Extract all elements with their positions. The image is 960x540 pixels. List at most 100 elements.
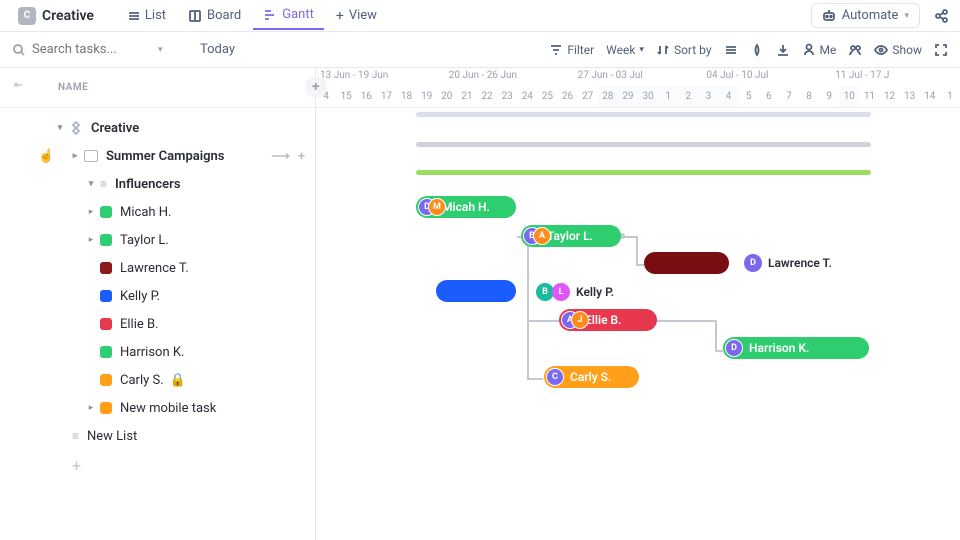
day-header: 6 (759, 86, 779, 107)
tree-new-list-row[interactable]: ≡ New List (0, 422, 315, 450)
day-header: 16 (356, 86, 376, 107)
week-header: 27 Jun - 03 Jul (574, 68, 703, 86)
search-input-wrap[interactable]: ▾ (12, 42, 182, 57)
filter-button[interactable]: Filter (549, 43, 594, 57)
gantt-bar[interactable] (436, 280, 516, 302)
day-header: 18 (397, 86, 417, 107)
day-header: 7 (779, 86, 799, 107)
fullscreen-icon[interactable] (934, 43, 948, 57)
tree-space-row[interactable]: ▾ Creative (0, 114, 315, 142)
detached-label-text: Kelly P. (576, 285, 614, 299)
week-header: 13 Jun - 19 Jun (316, 68, 445, 86)
gantt-bar-external-label[interactable]: BLKelly P. (536, 283, 614, 301)
tree-folder-label: Summer Campaigns (106, 149, 224, 164)
task-row[interactable]: Ellie B. (0, 310, 315, 338)
task-row[interactable]: ▸Micah H. (0, 198, 315, 226)
gantt-bar[interactable]: BATaylor L. (521, 225, 621, 247)
list-icon: ≡ (100, 177, 107, 191)
summary-bar[interactable] (416, 112, 871, 117)
day-header: 22 (477, 86, 497, 107)
add-task-button[interactable]: + (305, 76, 327, 98)
tab-board[interactable]: Board (178, 1, 251, 30)
me-mode-button[interactable]: Me (802, 43, 837, 57)
task-row[interactable]: Harrison K. (0, 338, 315, 366)
folder-icon (84, 150, 98, 162)
caret-icon[interactable]: ▸ (70, 151, 80, 161)
task-label: New mobile task (120, 401, 216, 416)
summary-bar[interactable] (416, 142, 871, 147)
show-button[interactable]: Show (874, 43, 922, 57)
avatar: J (571, 311, 589, 329)
name-column-header: NAME (58, 82, 88, 93)
day-header: 9 (819, 86, 839, 107)
day-header: 14 (920, 86, 940, 107)
gantt-bar[interactable]: AJEllie B. (559, 309, 657, 331)
gantt-bar[interactable] (644, 252, 729, 274)
automate-button[interactable]: Automate ▾ (811, 3, 920, 28)
avatar: C (546, 368, 564, 386)
gantt-bar-label: Taylor L. (547, 229, 593, 243)
task-row[interactable]: Lawrence T. (0, 254, 315, 282)
space-chip[interactable]: C Creative (12, 3, 100, 29)
day-header: 17 (376, 86, 396, 107)
status-chip (100, 318, 112, 330)
week-header: 20 Jun - 26 Jun (445, 68, 574, 86)
sort-label: Sort by (674, 43, 712, 57)
task-row[interactable]: ▸ New mobile task (0, 394, 315, 422)
caret-icon[interactable]: ▾ (86, 179, 96, 189)
day-header: 8 (799, 86, 819, 107)
sort-button[interactable]: Sort by (656, 43, 712, 57)
day-header: 24 (517, 86, 537, 107)
caret-icon[interactable]: ▸ (86, 403, 96, 413)
day-header: 10 (839, 86, 859, 107)
export-icon[interactable] (776, 43, 790, 57)
gantt-bar[interactable]: D Harrison K. (723, 337, 869, 359)
chevron-down-icon: ▾ (904, 11, 909, 21)
avatar: M (428, 198, 446, 216)
timescale-select[interactable]: Week▾ (606, 43, 644, 57)
status-chip (100, 290, 112, 302)
person-icon (802, 43, 816, 57)
gantt-bar-label: Carly S. (570, 370, 611, 384)
gantt-bar-label: Ellie B. (585, 313, 622, 327)
caret-icon[interactable]: ▾ (55, 123, 65, 133)
week-header: 11 Jul - 17 J (831, 68, 960, 86)
tree-list-row[interactable]: ▾ ≡ Influencers (0, 170, 315, 198)
gantt-bar[interactable]: DMMicah H. (416, 196, 516, 218)
filter-icon (549, 43, 563, 57)
gantt-bar-external-label[interactable]: DLawrence T. (744, 254, 832, 272)
tab-gantt[interactable]: Gantt (253, 1, 324, 30)
today-button[interactable]: Today (192, 38, 243, 61)
collapse-sidebar-icon[interactable]: ⇤ (14, 80, 23, 91)
tab-add-view[interactable]: + View (326, 1, 387, 30)
tab-list[interactable]: List (116, 1, 176, 30)
tree-folder-row[interactable]: ☝ ▸ Summer Campaigns ⟶ + (0, 142, 315, 170)
gantt-bar-label: Harrison K. (749, 341, 809, 355)
status-chip (100, 234, 112, 246)
search-input[interactable] (32, 42, 152, 57)
assignees-icon[interactable] (848, 43, 862, 57)
open-arrow-icon[interactable]: ⟶ (271, 149, 290, 164)
gantt-bar[interactable]: C Carly S. (544, 366, 639, 388)
task-row[interactable]: Carly S.🔒 (0, 366, 315, 394)
tree-space-label: Creative (91, 121, 139, 136)
critical-path-icon[interactable] (750, 43, 764, 57)
caret-icon[interactable]: ▸ (86, 207, 96, 217)
task-row[interactable]: Kelly P. (0, 282, 315, 310)
share-icon[interactable] (934, 9, 948, 23)
tab-list-label: List (145, 8, 166, 23)
reschedule-icon[interactable] (724, 43, 738, 57)
status-chip (100, 346, 112, 358)
chevron-down-icon[interactable]: ▾ (158, 45, 163, 55)
task-row[interactable]: ▸Taylor L. (0, 226, 315, 254)
avatar: D (725, 339, 743, 357)
hand-cursor-icon: ☝ (38, 149, 54, 164)
day-header: 13 (900, 86, 920, 107)
add-subtask-icon[interactable]: + (298, 149, 305, 164)
day-header: 2 (678, 86, 698, 107)
caret-icon[interactable]: ▸ (86, 235, 96, 245)
day-header: 19 (417, 86, 437, 107)
add-row-button[interactable]: + (0, 456, 315, 475)
task-label: Carly S. (120, 373, 164, 388)
summary-bar[interactable] (416, 170, 871, 175)
